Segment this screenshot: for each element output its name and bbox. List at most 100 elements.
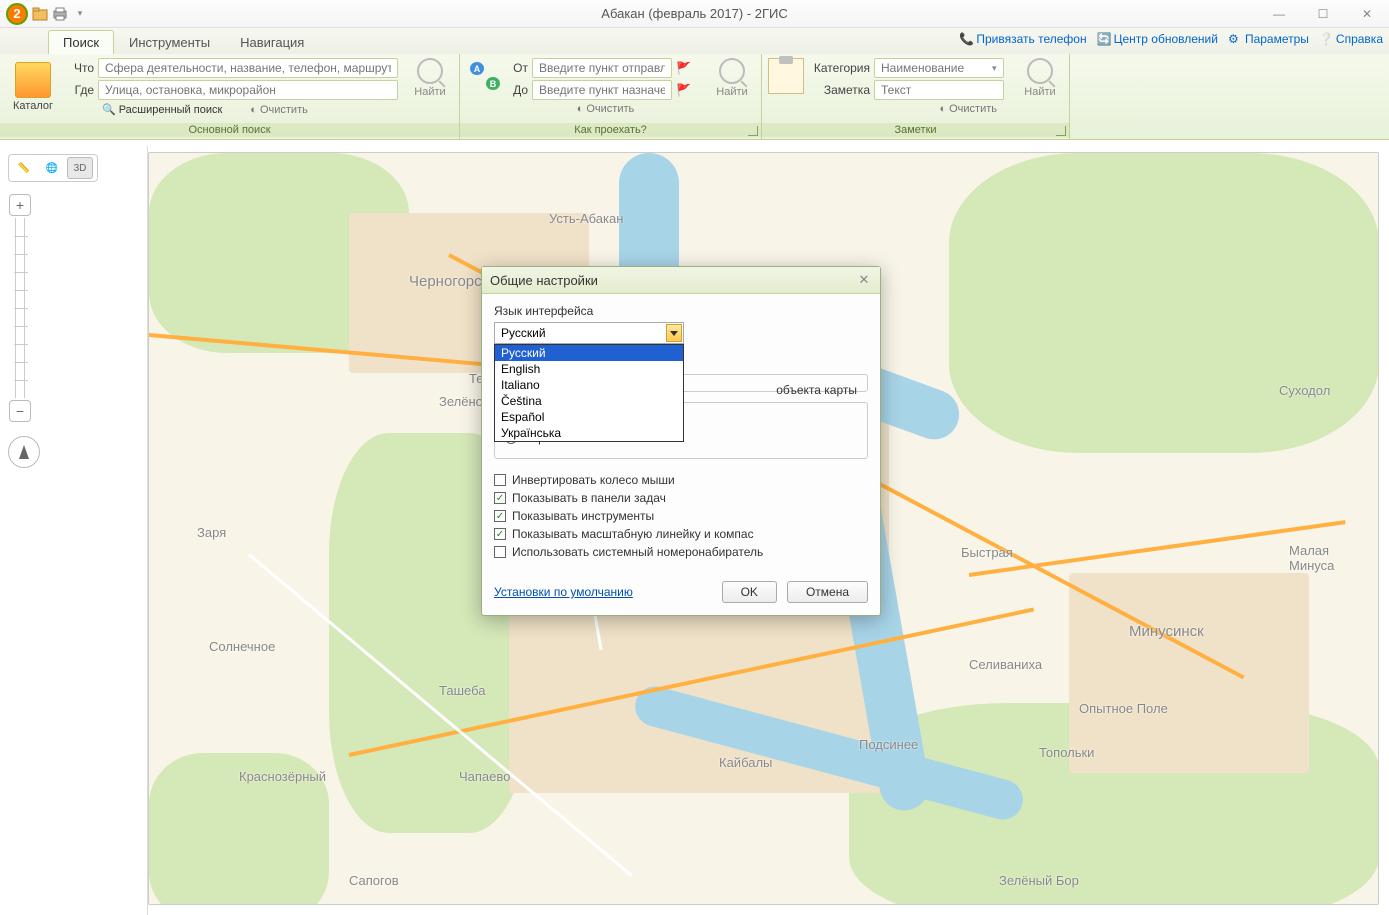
compass-button[interactable] (8, 436, 40, 468)
minimize-button[interactable]: — (1257, 0, 1301, 28)
label-sukhodol: Суходол (1279, 383, 1330, 398)
label-zelyony-bor: Зелёный Бор (999, 873, 1079, 888)
tab-navigation[interactable]: Навигация (225, 30, 319, 54)
check-invert[interactable] (494, 474, 506, 486)
qat-print-icon[interactable] (52, 6, 68, 22)
to-label: До (508, 83, 528, 97)
lang-option-uk[interactable]: Українська (495, 425, 683, 441)
notes-icon (768, 58, 804, 94)
zoom-control: + − (8, 194, 32, 422)
globe-button[interactable]: 🌐 (39, 157, 65, 179)
label-podsinee: Подсинее (859, 737, 918, 752)
label-zarya: Заря (197, 525, 226, 540)
lang-option-es[interactable]: Español (495, 409, 683, 425)
check-dialer[interactable] (494, 546, 506, 558)
cancel-button[interactable]: Отмена (787, 581, 868, 603)
refresh-icon: 🔄 (1097, 32, 1111, 46)
dialog-title: Общие настройки (490, 273, 598, 288)
dialog-titlebar[interactable]: Общие настройки ✕ (482, 267, 880, 294)
category-input[interactable] (874, 58, 1004, 78)
settings-dialog: Общие настройки ✕ Язык интерфейса Русски… (481, 266, 881, 616)
check-scale-row[interactable]: ✓ Показывать масштабную линейку и компас (494, 527, 868, 541)
link-bind-phone[interactable]: 📞Привязать телефон (959, 32, 1086, 46)
label-kaibaly: Кайбалы (719, 755, 772, 770)
link-update-center[interactable]: 🔄Центр обновлений (1097, 32, 1218, 46)
map-view-toggle: 📏 🌐 3D (8, 154, 98, 182)
route-icon: A B (466, 58, 502, 94)
find-button-route[interactable]: Найти (709, 58, 755, 118)
maximize-button[interactable]: ☐ (1301, 0, 1345, 28)
from-flag-icon[interactable]: 🚩 (676, 61, 690, 75)
check-taskbar-row[interactable]: ✓ Показывать в панели задач (494, 491, 868, 505)
tab-tools[interactable]: Инструменты (114, 30, 225, 54)
find-button-notes[interactable]: Найти (1017, 58, 1063, 118)
ribbon-tabs: Поиск Инструменты Навигация 📞Привязать т… (0, 28, 1389, 54)
combo-arrow-icon[interactable] (666, 324, 682, 342)
lang-option-ru[interactable]: Русский (495, 345, 683, 361)
3d-button[interactable]: 3D (67, 157, 93, 179)
advanced-search-button[interactable]: 🔍Расширенный поиск (98, 102, 226, 117)
lang-combobox[interactable]: Русский Русский English Italiano Čeština… (494, 322, 684, 344)
eraser-icon: ◐ (577, 103, 584, 115)
check-scale[interactable]: ✓ (494, 528, 506, 540)
ruler-button[interactable]: 📏 (11, 157, 37, 179)
lang-label: Язык интерфейса (494, 304, 868, 318)
search-icon (417, 58, 443, 84)
qat-dropdown-icon[interactable]: ▾ (72, 6, 88, 22)
where-input[interactable] (98, 80, 398, 100)
route-clear-button[interactable]: ◐Очистить (573, 102, 639, 116)
qat-folder-icon[interactable] (32, 6, 48, 22)
ribbon: Каталог Что Где 🔍Расширенный поиск ◐Очис… (0, 54, 1389, 140)
link-help[interactable]: ❔Справка (1319, 32, 1383, 46)
zoom-slider[interactable] (15, 218, 25, 398)
note-label: Заметка (810, 83, 870, 97)
zoom-out-button[interactable]: − (9, 400, 31, 422)
label-sapogov: Сапогов (349, 873, 399, 888)
check-dialer-row[interactable]: Использовать системный номеронабиратель (494, 545, 868, 559)
catalog-icon (15, 62, 51, 98)
to-input[interactable] (532, 80, 672, 100)
label-minusinsk: Минусинск (1129, 623, 1204, 640)
app-logo-icon[interactable]: 2 (6, 3, 28, 25)
check-tools[interactable]: ✓ (494, 510, 506, 522)
to-flag-icon[interactable]: 🚩 (676, 83, 690, 97)
label-malaya-minusa: Малая Минуса (1289, 543, 1378, 573)
label-krasnoozyorny: Краснозёрный (239, 769, 326, 784)
search-icon (719, 58, 745, 84)
lang-option-it[interactable]: Italiano (495, 377, 683, 393)
search-icon (1027, 58, 1053, 84)
check-taskbar[interactable]: ✓ (494, 492, 506, 504)
group-title-route: Как проехать? (460, 123, 761, 137)
close-button[interactable]: ✕ (1345, 0, 1389, 28)
label-bystraya: Быстрая (961, 545, 1013, 560)
route-dialog-launcher[interactable] (748, 126, 758, 136)
note-input[interactable] (874, 80, 1004, 100)
from-input[interactable] (532, 58, 672, 78)
dialog-close-button[interactable]: ✕ (856, 272, 872, 288)
catalog-button[interactable]: Каталог (6, 58, 60, 119)
check-invert-row[interactable]: Инвертировать колесо мыши (494, 473, 868, 487)
category-label: Категория (810, 61, 870, 75)
lang-option-en[interactable]: English (495, 361, 683, 377)
clear-button[interactable]: ◐Очистить (246, 103, 312, 117)
check-tools-row[interactable]: ✓ Показывать инструменты (494, 509, 868, 523)
window-title: Абакан (февраль 2017) - 2ГИС (0, 6, 1389, 21)
label-topolki: Топольки (1039, 745, 1094, 760)
find-button-main[interactable]: Найти (407, 58, 453, 119)
ok-button[interactable]: OK (722, 581, 777, 603)
defaults-link[interactable]: Установки по умолчанию (494, 585, 633, 599)
dropdown-icon[interactable]: ▾ (992, 63, 997, 74)
what-input[interactable] (98, 58, 398, 78)
lang-option-cs[interactable]: Čeština (495, 393, 683, 409)
tab-search[interactable]: Поиск (48, 30, 114, 54)
help-icon: ❔ (1319, 32, 1333, 46)
link-parameters[interactable]: ⚙Параметры (1228, 32, 1309, 46)
map-toolbar: 📏 🌐 3D + − (0, 146, 148, 915)
notes-clear-button[interactable]: ◐Очистить (935, 102, 1001, 116)
group-title-notes: Заметки (762, 123, 1069, 137)
zoom-in-button[interactable]: + (9, 194, 31, 216)
label-selivanikha: Селиваниха (969, 657, 1042, 672)
notes-dialog-launcher[interactable] (1056, 126, 1066, 136)
label-tasheba: Ташеба (439, 683, 485, 698)
group-title-main-search: Основной поиск (0, 123, 459, 137)
